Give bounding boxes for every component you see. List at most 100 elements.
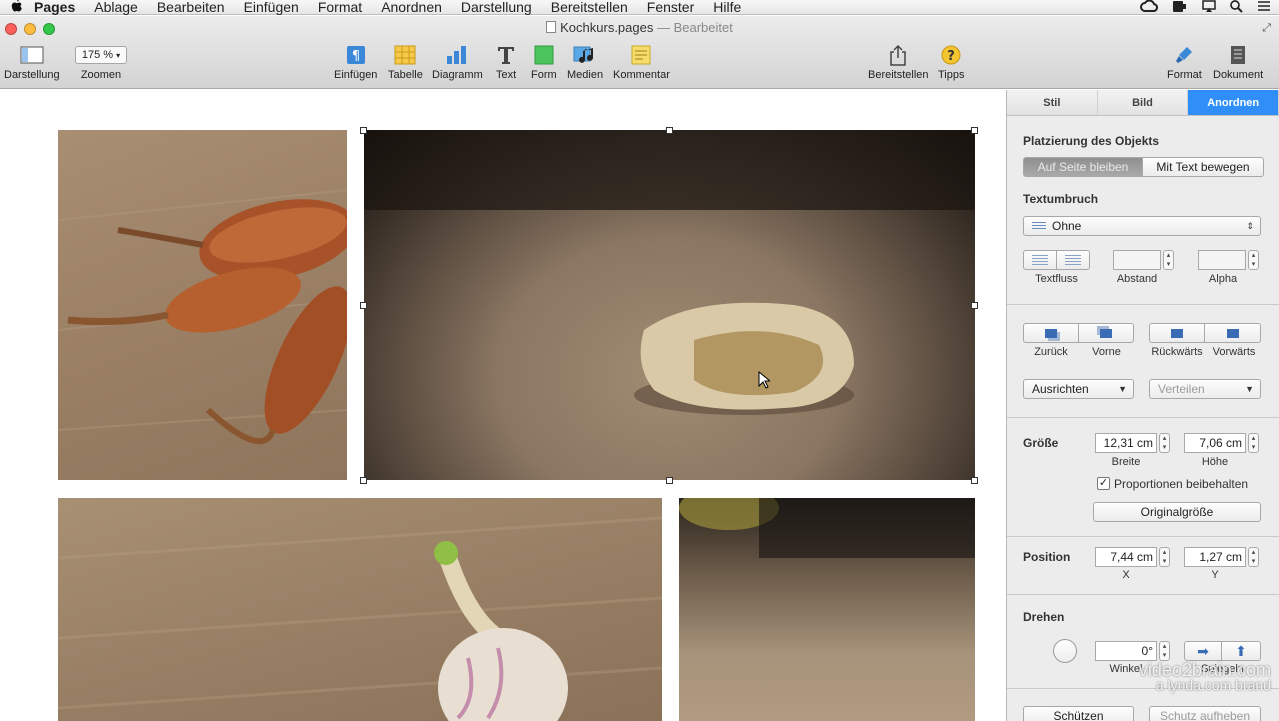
alpha-stepper[interactable]: ▴ ▾ [1248,250,1259,270]
abstand-stepper[interactable]: ▴ ▾ [1163,250,1174,270]
textfluss-left-button[interactable] [1023,250,1057,270]
photo-shallots[interactable] [58,130,347,480]
tab-anordnen[interactable]: Anordnen [1188,90,1279,115]
keep-proportions-checkbox[interactable]: ✓ [1097,477,1110,490]
selection-handle-bottom-left[interactable] [360,477,367,484]
send-backward-icon [1171,328,1183,338]
dropdown-arrow-icon: ▼ [1118,384,1127,394]
selection-handle-bottom[interactable] [666,477,673,484]
selection-handle-left[interactable] [360,302,367,309]
height-field[interactable]: 7,06 cm [1184,433,1246,453]
tipps-button[interactable]: ? Tipps [938,44,965,81]
alpha-field[interactable] [1198,250,1246,270]
rotate-heading: Drehen [1023,610,1065,624]
menu-app-pages[interactable]: Pages [34,0,75,15]
send-to-back-button[interactable] [1023,323,1079,343]
chart-icon [445,44,469,66]
x-position-field[interactable]: 7,44 cm [1095,547,1157,567]
media-icon [573,44,597,66]
x-position-label: X [1122,569,1130,581]
document-icon [546,21,557,33]
form-button[interactable]: Form [531,44,557,81]
menu-einfuegen[interactable]: Einfügen [244,0,299,15]
menu-hilfe[interactable]: Hilfe [713,0,741,15]
einfuegen-label: Einfügen [334,69,378,81]
medien-button[interactable]: Medien [567,44,603,81]
height-stepper[interactable]: ▴ ▾ [1248,433,1259,453]
airplay-icon[interactable] [1202,0,1216,16]
y-position-field[interactable]: 1,27 cm [1184,547,1246,567]
photo-garlic-clove-selected[interactable] [364,130,975,480]
zoom-control[interactable]: 175 % ▾ Zoomen [75,44,127,81]
darstellung-button[interactable]: Darstellung [4,44,60,81]
bring-forward-button[interactable] [1205,323,1261,343]
width-stepper[interactable]: ▴ ▾ [1159,433,1170,453]
text-button[interactable]: Text [496,44,516,81]
einfuegen-button[interactable]: ¶ Einfügen [334,44,377,81]
text-wrap-select[interactable]: Ohne ⇕ [1023,216,1261,236]
notification-center-icon[interactable] [1257,0,1271,16]
share-icon [888,44,908,66]
bring-to-front-button[interactable] [1079,323,1134,343]
tab-bild[interactable]: Bild [1097,90,1189,115]
unprotect-button[interactable]: Schutz aufheben [1149,706,1261,721]
zoom-select[interactable]: 175 % ▾ [75,46,127,64]
send-backward-button[interactable] [1149,323,1205,343]
menu-fenster[interactable]: Fenster [647,0,694,15]
menu-ablage[interactable]: Ablage [94,0,138,15]
tipps-label: Tipps [938,69,965,81]
abstand-field[interactable] [1113,250,1161,270]
fullscreen-icon[interactable]: ⤢ [1262,22,1271,35]
spotlight-search-icon[interactable] [1230,0,1243,16]
creative-cloud-icon[interactable] [1140,0,1158,16]
ausrichten-select[interactable]: Ausrichten ▼ [1023,379,1134,399]
menu-format[interactable]: Format [318,0,362,15]
comment-icon [631,44,651,66]
separator [1007,417,1279,418]
x-position-stepper[interactable]: ▴ ▾ [1159,547,1170,567]
height-label: Höhe [1201,456,1229,468]
flip-horizontal-button[interactable]: ➡ [1184,641,1222,661]
menu-darstellung[interactable]: Darstellung [461,0,532,15]
original-size-button[interactable]: Originalgröße [1093,502,1261,522]
textfluss-right-button[interactable] [1057,250,1090,270]
selection-handle-bottom-right[interactable] [971,477,978,484]
format-button[interactable]: Format [1167,44,1202,81]
angle-stepper[interactable]: ▴ ▾ [1159,641,1170,661]
diagramm-button[interactable]: Diagramm [432,44,483,81]
watermark-line2: a lynda.com brand [1155,677,1271,693]
verteilen-select[interactable]: Verteilen ▼ [1149,379,1261,399]
verteilen-value: Verteilen [1158,382,1205,396]
rotation-wheel[interactable] [1053,639,1077,663]
dokument-button[interactable]: Dokument [1213,44,1263,81]
photo-blurred-table[interactable] [679,498,975,721]
bring-forward-icon [1226,328,1239,338]
wrap-right-icon [1065,255,1081,265]
photo-garlic-bulb[interactable] [58,498,662,721]
menu-bereitstellen[interactable]: Bereitstellen [551,0,628,15]
angle-field[interactable]: 0° [1095,641,1157,661]
protect-button[interactable]: Schützen [1023,706,1134,721]
document-canvas[interactable] [0,90,1006,721]
kommentar-button[interactable]: Kommentar [613,44,670,81]
y-position-stepper[interactable]: ▴ ▾ [1248,547,1259,567]
selection-handle-right[interactable] [971,302,978,309]
width-label: Breite [1111,456,1141,468]
apple-menu-icon[interactable] [0,0,34,15]
rueckwaerts-label: Rückwärts [1151,346,1203,358]
zoom-label: Zoomen [80,69,122,81]
move-with-text-button[interactable]: Mit Text bewegen [1143,157,1264,177]
selection-handle-top-right[interactable] [971,127,978,134]
menu-anordnen[interactable]: Anordnen [381,0,442,15]
stay-on-page-button[interactable]: Auf Seite bleiben [1023,157,1143,177]
tabelle-button[interactable]: Tabelle [388,44,423,81]
battery-status-icon[interactable] [1172,0,1188,16]
width-field[interactable]: 12,31 cm [1095,433,1157,453]
selection-handle-top[interactable] [666,127,673,134]
menu-bearbeiten[interactable]: Bearbeiten [157,0,225,15]
selection-handle-top-left[interactable] [360,127,367,134]
flip-vertical-button[interactable]: ⬆ [1222,641,1261,661]
bereitstellen-button[interactable]: Bereitstellen [868,44,929,81]
tab-stil[interactable]: Stil [1007,90,1098,115]
vorne-label: Vorne [1092,346,1121,358]
